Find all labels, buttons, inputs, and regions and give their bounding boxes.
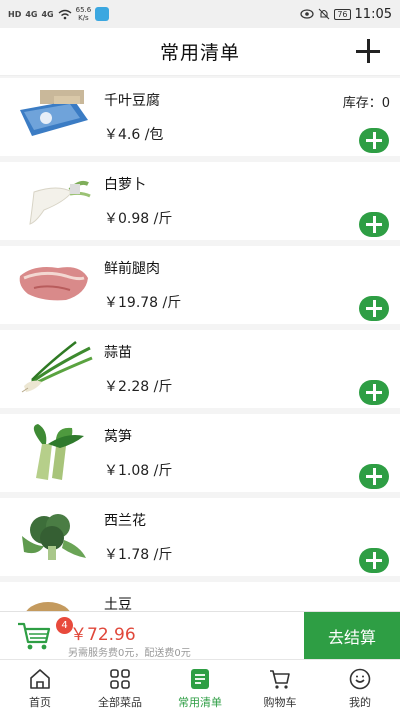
item-price: ￥19.78 /斤	[104, 295, 182, 311]
item-name: 千叶豆腐	[104, 93, 160, 109]
hd-indicator: HD	[8, 9, 22, 19]
wifi-icon	[58, 9, 72, 19]
item-name: 土豆	[104, 597, 132, 611]
list-icon	[191, 669, 209, 689]
tab-home[interactable]: 首页	[0, 660, 80, 711]
status-bar: HD 4G 4G 65.6 K/s 76 11:05	[0, 0, 400, 28]
item-price: ￥1.08 /斤	[104, 463, 173, 479]
item-name: 蒜苗	[104, 345, 132, 361]
add-to-cart-button[interactable]	[359, 548, 389, 573]
eye-icon	[300, 9, 314, 19]
item-price: ￥0.98 /斤	[104, 211, 173, 227]
product-list[interactable]: 千叶豆腐 库存：0 ￥4.6 /包 白萝卜 ￥0.98 /斤 鲜前腿肉 ￥19.…	[0, 78, 400, 611]
tab-all-dishes[interactable]: 全部菜品	[80, 660, 160, 711]
radish-image	[29, 180, 91, 225]
stock-label: 库存：0	[342, 96, 390, 111]
net-speed: 65.6 K/s	[76, 6, 92, 22]
home-icon	[30, 669, 50, 689]
broccoli-image	[22, 514, 86, 560]
grid-icon	[110, 669, 130, 689]
item-name: 莴笋	[104, 429, 132, 445]
add-to-cart-button[interactable]	[359, 464, 389, 489]
list-item[interactable]: 莴笋 ￥1.08 /斤	[0, 414, 400, 492]
item-name: 白萝卜	[104, 177, 146, 193]
cart-icon	[18, 622, 51, 650]
network-4g-1: 4G	[25, 9, 38, 19]
mute-bell-icon	[318, 8, 330, 20]
add-to-cart-button[interactable]	[359, 296, 389, 321]
tab-cart[interactable]: 购物车	[240, 660, 320, 711]
tab-label: 全部菜品	[98, 696, 142, 709]
app-notification-icon	[95, 7, 110, 21]
list-item[interactable]: 白萝卜 ￥0.98 /斤	[0, 162, 400, 240]
status-right: 76 11:05	[300, 7, 392, 22]
item-name: 西兰花	[104, 513, 146, 529]
garlic-sprout-image	[21, 341, 93, 393]
cart-summary-icon[interactable]: 4	[16, 617, 73, 654]
fee-note: 另需服务费0元，配送费0元	[68, 648, 191, 659]
clock: 11:05	[354, 6, 392, 22]
status-left: HD 4G 4G 65.6 K/s	[8, 6, 110, 22]
cart-icon	[270, 670, 290, 689]
list-item[interactable]: 西兰花 ￥1.78 /斤	[0, 498, 400, 576]
lettuce-stem-image	[33, 424, 84, 480]
item-price: ￥4.6 /包	[104, 127, 164, 143]
list-item[interactable]: 鲜前腿肉 ￥19.78 /斤	[0, 246, 400, 324]
cart-total: ￥72.96	[70, 625, 136, 645]
pork-image	[19, 267, 88, 301]
tab-frequent-list[interactable]: 常用清单	[160, 660, 240, 711]
item-price: ￥2.28 /斤	[104, 379, 173, 395]
list-item[interactable]: 土豆	[0, 582, 400, 611]
potato-image	[26, 602, 70, 611]
header: 常用清单	[0, 28, 400, 76]
add-to-cart-button[interactable]	[359, 212, 389, 237]
network-4g-2: 4G	[41, 9, 54, 19]
tab-label: 常用清单	[178, 696, 222, 709]
page-title: 常用清单	[159, 42, 240, 64]
cart-summary-bar: 4 ￥72.96 另需服务费0元，配送费0元 去结算	[0, 611, 400, 660]
add-to-cart-button[interactable]	[359, 128, 389, 153]
tofu-image	[20, 90, 88, 136]
checkout-button[interactable]: 去结算	[304, 612, 400, 660]
list-item[interactable]: 蒜苗 ￥2.28 /斤	[0, 330, 400, 408]
battery-icon: 76	[334, 8, 351, 20]
bottom-tab-bar: 首页 全部菜品 常用清单 购物车 我的	[0, 659, 400, 711]
profile-icon	[349, 668, 371, 690]
item-name: 鲜前腿肉	[104, 261, 160, 277]
add-to-cart-button[interactable]	[359, 380, 389, 405]
add-icon[interactable]	[356, 38, 382, 64]
tab-profile[interactable]: 我的	[320, 660, 400, 711]
tab-label: 购物车	[263, 696, 297, 709]
item-price: ￥1.78 /斤	[104, 547, 173, 563]
tab-label: 我的	[349, 696, 371, 709]
list-item[interactable]: 千叶豆腐 库存：0 ￥4.6 /包	[0, 78, 400, 156]
tab-label: 首页	[29, 696, 51, 709]
net-speed-value: 65.6	[75, 6, 92, 14]
net-speed-unit: K/s	[78, 14, 89, 22]
